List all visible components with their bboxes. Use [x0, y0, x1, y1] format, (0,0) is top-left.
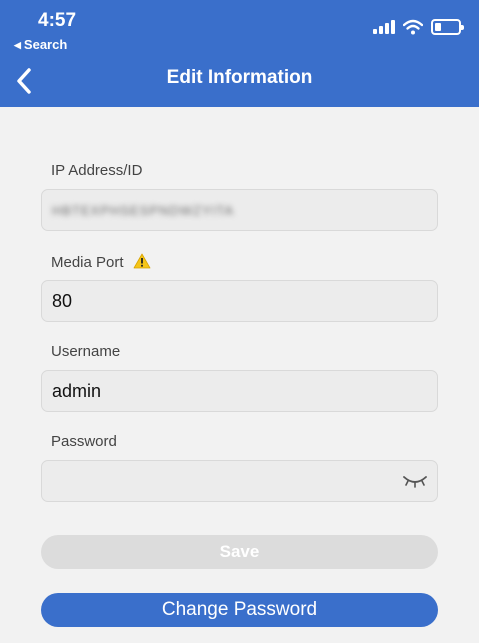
back-triangle-icon: ◀ — [14, 40, 21, 50]
save-button[interactable]: Save — [41, 535, 438, 569]
password-input[interactable] — [52, 470, 392, 492]
media-port-label: Media Port — [51, 253, 151, 271]
ip-address-value: HBTEXPHSESPNDWZYITA — [52, 202, 235, 218]
back-to-app-link[interactable]: ◀ Search — [14, 37, 67, 52]
media-port-field[interactable] — [41, 280, 438, 322]
wifi-icon — [403, 19, 423, 35]
ip-address-label: IP Address/ID — [51, 162, 143, 179]
username-label: Username — [51, 343, 121, 360]
battery-icon — [431, 19, 464, 35]
back-app-label: Search — [23, 37, 68, 52]
ip-address-field[interactable]: HBTEXPHSESPNDWZYITA — [41, 189, 438, 231]
media-port-input[interactable] — [52, 290, 392, 312]
change-password-button[interactable]: Change Password — [41, 593, 438, 627]
password-label: Password — [51, 433, 117, 450]
media-port-label-text: Media Port — [51, 254, 124, 271]
status-icons — [373, 18, 464, 36]
cellular-signal-icon — [373, 20, 395, 34]
eye-closed-icon[interactable] — [403, 474, 427, 488]
top-bar: 4:57 ◀ Search Edit Information — [0, 0, 479, 107]
username-input[interactable] — [52, 380, 392, 402]
warning-icon[interactable] — [133, 253, 151, 269]
page-title: Edit Information — [166, 67, 313, 88]
password-field[interactable] — [41, 460, 438, 502]
status-time: 4:57 — [38, 10, 77, 31]
username-field[interactable] — [41, 370, 438, 412]
